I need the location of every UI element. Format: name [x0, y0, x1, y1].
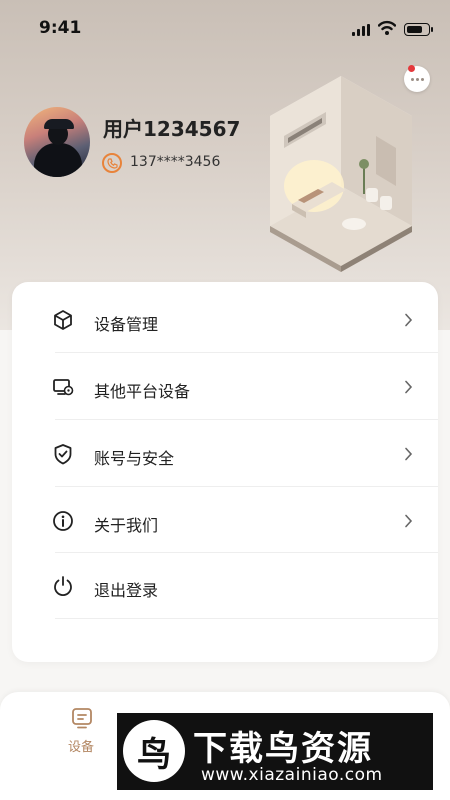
battery-level	[407, 26, 422, 33]
room-illustration	[270, 76, 412, 272]
menu-item-label: 退出登录	[94, 581, 159, 600]
menu-item-other-platform-devices[interactable]: 其他平台设备	[12, 353, 438, 419]
watermark-title: 下载鸟资源	[193, 729, 373, 769]
menu-item-label: 设备管理	[94, 315, 159, 334]
device-icon	[72, 708, 92, 729]
watermark-url: www.xiazainiao.com	[201, 765, 383, 785]
chevron-right-icon	[405, 380, 413, 394]
battery-icon	[404, 23, 433, 36]
shield-check-icon	[54, 444, 72, 465]
tab-label: 设备	[67, 740, 94, 755]
menu-card: 设备管理 其他平台设备 账号与安全 关于我们 退出登录	[12, 282, 438, 662]
username: 用户1234567	[103, 117, 241, 141]
cube-icon	[54, 310, 72, 330]
menu-item-logout[interactable]: 退出登录	[12, 552, 438, 618]
menu-item-device-management[interactable]: 设备管理	[12, 286, 438, 352]
menu-item-account-security[interactable]: 账号与安全	[12, 420, 438, 486]
chevron-right-icon	[405, 447, 413, 461]
menu-item-label: 账号与安全	[94, 449, 175, 468]
status-time: 9:41	[39, 18, 82, 38]
phone-number: 137****3456	[130, 154, 221, 170]
menu-item-label: 其他平台设备	[94, 382, 191, 401]
watermark-logo: 鸟	[123, 720, 185, 782]
power-icon	[54, 576, 72, 597]
chevron-right-icon	[405, 313, 413, 327]
divider	[55, 618, 438, 619]
menu-item-about-us[interactable]: 关于我们	[12, 487, 438, 553]
avatar[interactable]	[24, 107, 90, 177]
phone-icon	[102, 153, 122, 173]
tab-devices[interactable]: 设备	[51, 706, 111, 755]
chevron-right-icon	[405, 514, 413, 528]
wifi-icon	[378, 20, 396, 35]
status-bar: 9:41	[0, 0, 450, 56]
menu-item-label: 关于我们	[94, 516, 159, 535]
monitor-settings-icon	[53, 379, 74, 396]
signal-icon	[352, 24, 372, 36]
info-icon	[53, 511, 73, 531]
watermark: 鸟 下载鸟资源 www.xiazainiao.com	[117, 713, 433, 790]
notification-dot	[408, 65, 415, 72]
